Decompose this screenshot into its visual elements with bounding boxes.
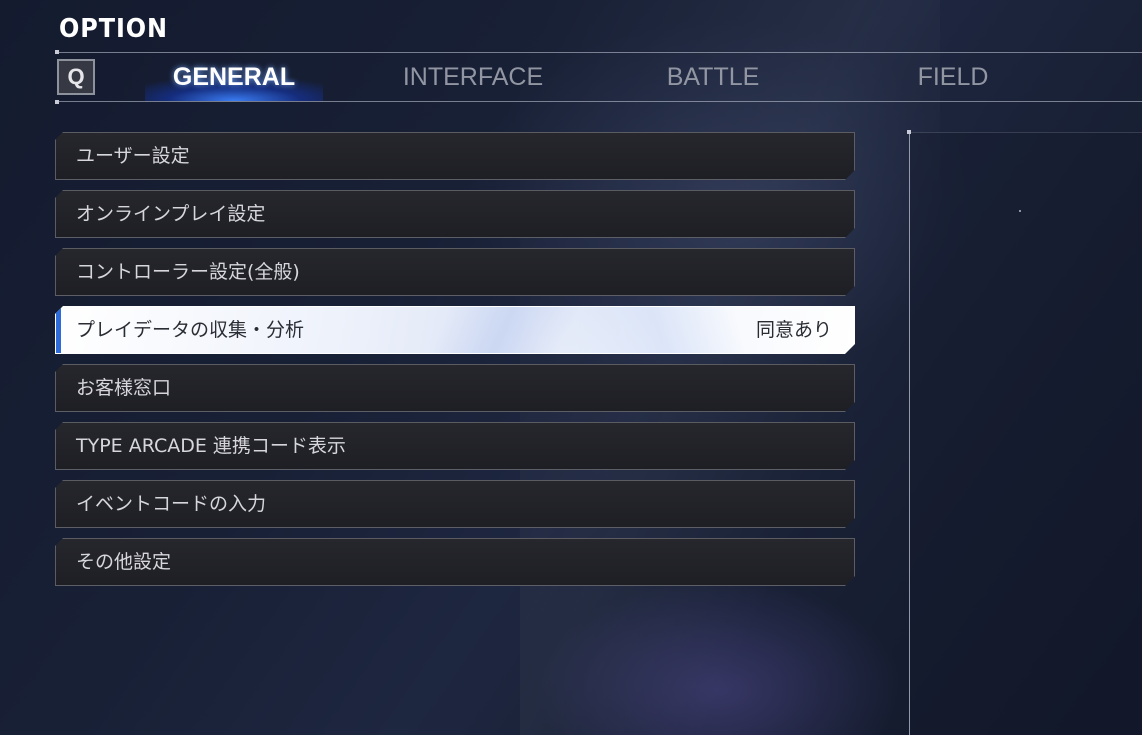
option-menu-list: ユーザー設定 オンラインプレイ設定 コントローラー設定(全般) プレイデータの収… (55, 132, 855, 596)
menu-item-value: 同意あり (755, 319, 832, 341)
tab-bar: Q GENERAL INTERFACE BATTLE FIELD (55, 50, 1142, 104)
tab-interface[interactable]: INTERFACE (383, 53, 563, 101)
menu-item-other-settings[interactable]: その他設定 (55, 538, 855, 586)
menu-item-type-arcade-link-code[interactable]: TYPE ARCADE 連携コード表示 (55, 422, 855, 470)
menu-item-label: ユーザー設定 (76, 145, 190, 167)
tab-general[interactable]: GENERAL (145, 53, 323, 101)
tab-battle[interactable]: BATTLE (623, 53, 803, 101)
menu-item-label: イベントコードの入力 (76, 493, 267, 515)
detail-panel-corner (907, 130, 911, 134)
menu-item-label: TYPE ARCADE 連携コード表示 (76, 435, 346, 457)
prev-tab-key-button[interactable]: Q (57, 59, 95, 95)
menu-item-label: コントローラー設定(全般) (76, 261, 300, 283)
menu-item-online-play-settings[interactable]: オンラインプレイ設定 (55, 190, 855, 238)
menu-item-label: プレイデータの収集・分析 (76, 319, 305, 341)
tab-bar-corner (55, 50, 59, 54)
panel-dot (1019, 210, 1021, 212)
tab-field[interactable]: FIELD (863, 53, 1043, 101)
selection-indicator (56, 307, 61, 353)
menu-item-label: その他設定 (76, 551, 172, 573)
detail-panel (907, 130, 1142, 735)
menu-item-label: オンラインプレイ設定 (76, 203, 266, 225)
menu-item-controller-settings[interactable]: コントローラー設定(全般) (55, 248, 855, 296)
menu-item-play-data-collection[interactable]: プレイデータの収集・分析 同意あり (55, 306, 855, 354)
menu-item-customer-support[interactable]: お客様窓口 (55, 364, 855, 412)
menu-item-user-settings[interactable]: ユーザー設定 (55, 132, 855, 180)
menu-item-event-code-input[interactable]: イベントコードの入力 (55, 480, 855, 528)
menu-item-label: お客様窓口 (76, 377, 172, 399)
tab-bar-corner (55, 100, 59, 104)
page-title: OPTION (59, 14, 168, 44)
